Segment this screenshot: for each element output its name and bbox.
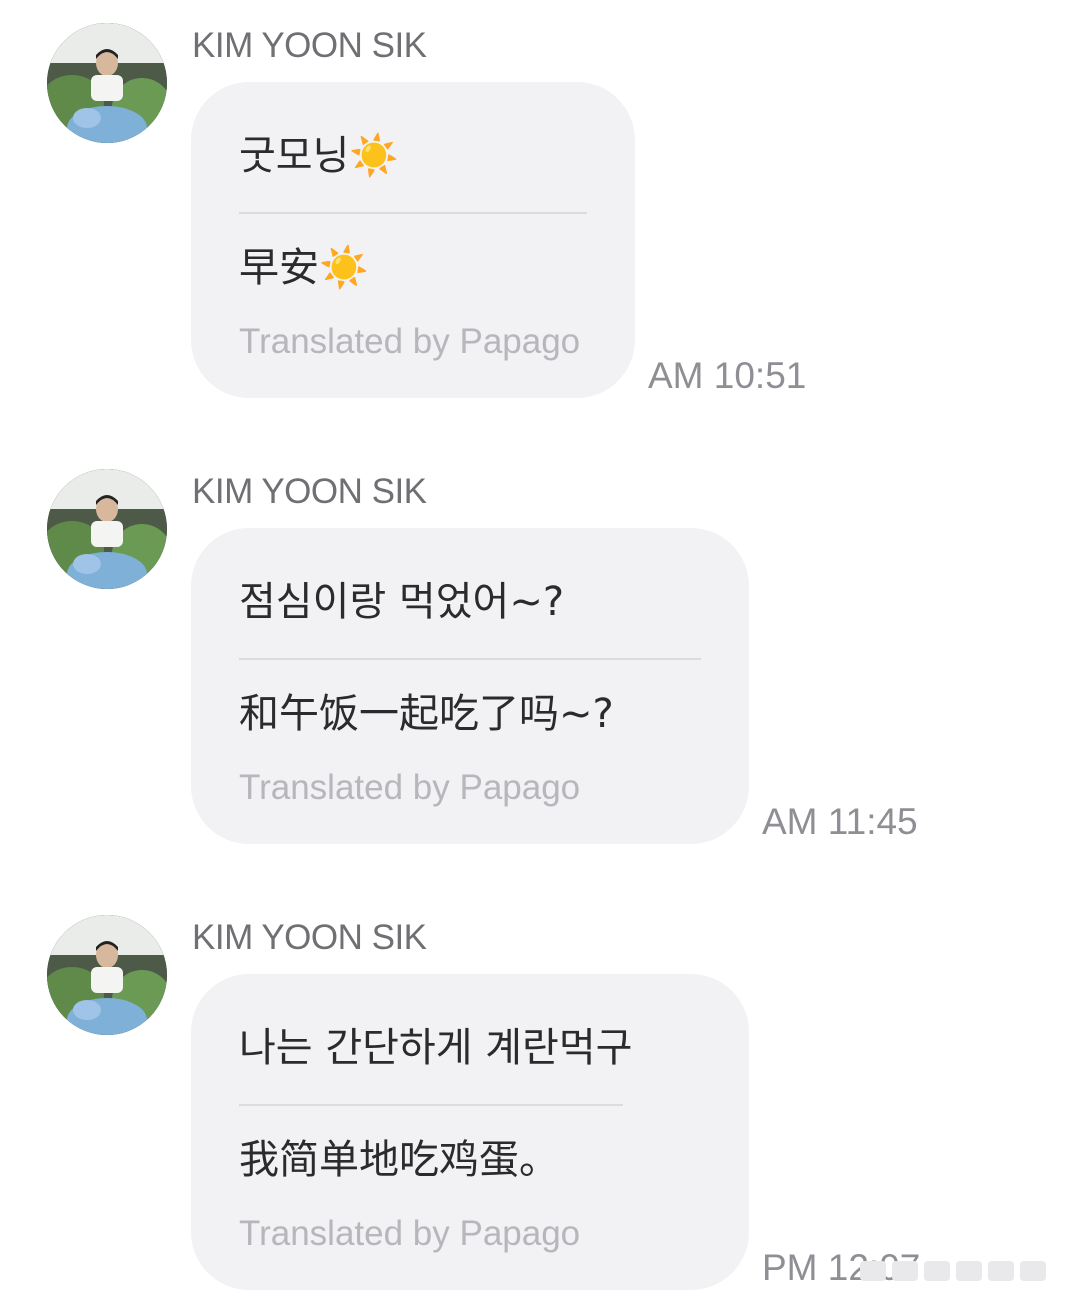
avatar-photo [47,915,167,1035]
message-group: KIM YOON SIK 굿모닝☀️ 早安☀️ Translated by Pa… [0,0,1079,420]
chat-thread: KIM YOON SIK 굿모닝☀️ 早安☀️ Translated by Pa… [0,0,1079,1298]
translation-divider [239,658,701,660]
message-timestamp: AM 11:45 [762,801,918,842]
translation-divider [239,212,587,214]
message-group: KIM YOON SIK 점심이랑 먹었어~? 和午饭一起吃了吗~? Trans… [0,446,1079,866]
original-text: 나는 간단하게 계란먹구 [239,1025,633,1071]
message-bubble[interactable]: 굿모닝☀️ 早安☀️ Translated by Papago [191,82,635,398]
translated-text: 早安☀️ [239,245,369,291]
message-group: KIM YOON SIK 나는 간단하게 계란먹구 我简单地吃鸡蛋。 Trans… [0,892,1079,1298]
sender-name: KIM YOON SIK [192,26,427,65]
avatar-photo [47,23,167,143]
original-text: 점심이랑 먹었어~? [239,579,565,625]
avatar-photo [47,469,167,589]
watermark-overlay [860,1258,1060,1284]
avatar[interactable] [47,23,167,143]
translation-credit: Translated by Papago [239,768,581,807]
translated-text: 我简单地吃鸡蛋。 [239,1137,559,1183]
translation-credit: Translated by Papago [239,322,581,361]
sender-name: KIM YOON SIK [192,918,427,957]
message-timestamp: AM 10:51 [648,355,807,396]
original-text: 굿모닝☀️ [239,133,400,179]
translated-text: 和午饭一起吃了吗~? [239,691,614,737]
translation-divider [239,1104,623,1106]
translation-credit: Translated by Papago [239,1214,581,1253]
message-bubble[interactable]: 점심이랑 먹었어~? 和午饭一起吃了吗~? Translated by Papa… [191,528,749,844]
avatar[interactable] [47,915,167,1035]
message-bubble[interactable]: 나는 간단하게 계란먹구 我简单地吃鸡蛋。 Translated by Papa… [191,974,749,1290]
sender-name: KIM YOON SIK [192,472,427,511]
avatar[interactable] [47,469,167,589]
